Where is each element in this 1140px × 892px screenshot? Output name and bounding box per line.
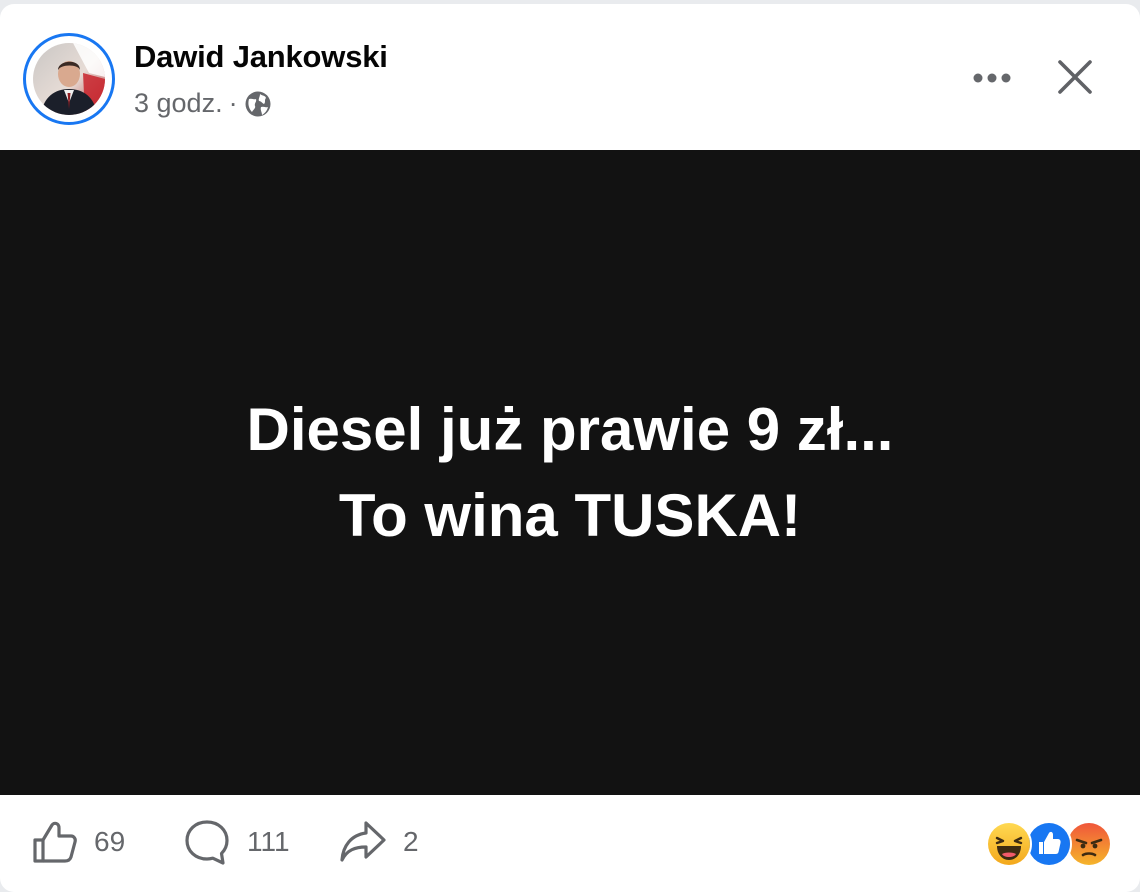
close-button[interactable] [1046, 48, 1104, 106]
comment-icon [185, 820, 229, 865]
share-count: 2 [403, 826, 419, 857]
like-icon [33, 821, 77, 863]
angry-icon [1066, 821, 1112, 867]
comment-button[interactable]: 111 [183, 815, 290, 869]
more-options-button[interactable] [966, 52, 1018, 104]
comment-count: 111 [247, 826, 290, 857]
close-icon [1058, 60, 1092, 94]
share-icon [340, 821, 386, 862]
post-card: Dawid Jankowski 3 godz. · Diesel już pra… [0, 4, 1140, 892]
author-name[interactable]: Dawid Jankowski [134, 39, 388, 75]
haha-icon [986, 821, 1032, 867]
post-time[interactable]: 3 godz. [134, 88, 223, 119]
like-button[interactable]: 69 [32, 815, 125, 869]
post-media[interactable]: Diesel już prawie 9 zł... To wina TUSKA! [0, 150, 1140, 795]
avatar-image [33, 43, 105, 115]
more-options-icon [973, 73, 1011, 83]
post-meta: 3 godz. · [134, 88, 272, 119]
post-actions: 69 111 2 [0, 795, 1140, 892]
reaction-summary[interactable] [986, 821, 1114, 867]
share-button[interactable]: 2 [339, 815, 419, 869]
meta-separator: · [228, 88, 238, 118]
like-count: 69 [94, 826, 126, 857]
avatar[interactable] [23, 33, 115, 125]
globe-icon [245, 91, 271, 116]
like-reaction-icon [1026, 821, 1072, 867]
media-text-line-2: To wina TUSKA! [338, 481, 802, 549]
media-text-line-1: Diesel już prawie 9 zł... [246, 395, 894, 463]
